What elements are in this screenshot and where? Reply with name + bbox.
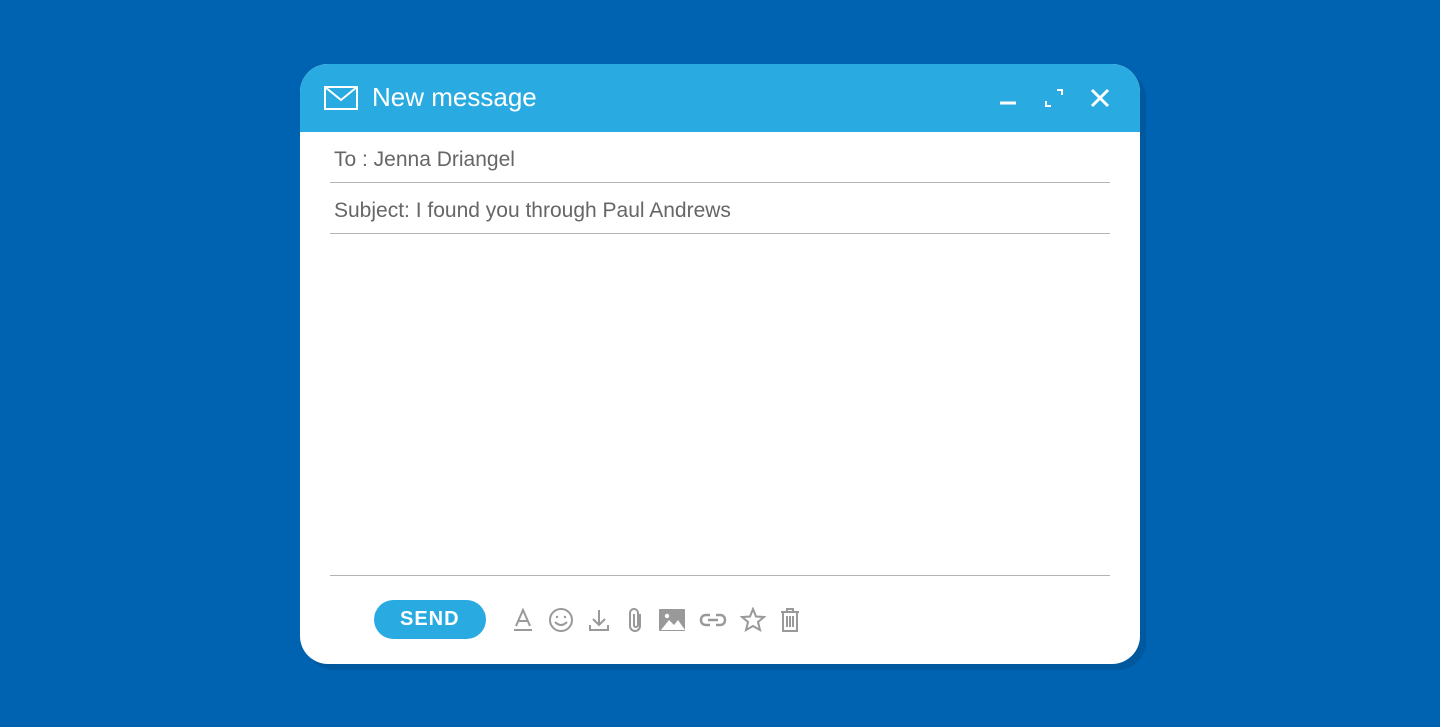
image-icon[interactable] bbox=[658, 608, 686, 632]
emoji-icon[interactable] bbox=[548, 607, 574, 633]
attach-icon[interactable] bbox=[624, 606, 646, 634]
send-button[interactable]: SEND bbox=[374, 600, 486, 639]
expand-button[interactable] bbox=[1044, 88, 1064, 108]
star-icon[interactable] bbox=[740, 607, 766, 633]
subject-field[interactable] bbox=[330, 183, 1110, 234]
link-icon[interactable] bbox=[698, 611, 728, 629]
compose-toolbar: SEND bbox=[330, 576, 1110, 664]
download-icon[interactable] bbox=[586, 607, 612, 633]
window-title: New message bbox=[372, 82, 537, 113]
text-format-icon[interactable] bbox=[510, 607, 536, 633]
close-button[interactable] bbox=[1090, 88, 1110, 108]
to-field[interactable] bbox=[330, 132, 1110, 183]
trash-icon[interactable] bbox=[778, 607, 802, 633]
compose-window: New message SEND bbox=[300, 64, 1140, 664]
title-bar: New message bbox=[300, 64, 1140, 132]
mail-icon bbox=[324, 86, 358, 110]
message-body[interactable] bbox=[330, 234, 1110, 576]
minimize-button[interactable] bbox=[998, 88, 1018, 108]
